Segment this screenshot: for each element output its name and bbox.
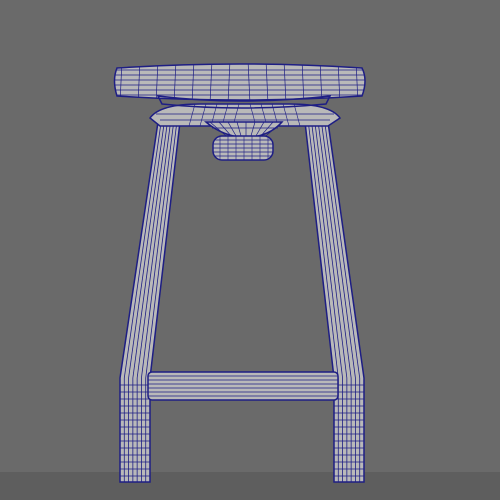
stool-crossbar[interactable] xyxy=(147,371,339,401)
stool-leg-left[interactable] xyxy=(118,121,181,483)
ground-plane xyxy=(0,472,500,500)
stool-leg-right[interactable] xyxy=(304,121,366,483)
stool-wireframe-model[interactable] xyxy=(0,0,500,500)
stool-adjust-knob[interactable] xyxy=(212,135,274,161)
stool-seat[interactable] xyxy=(110,60,370,109)
3d-viewport[interactable] xyxy=(0,0,500,500)
